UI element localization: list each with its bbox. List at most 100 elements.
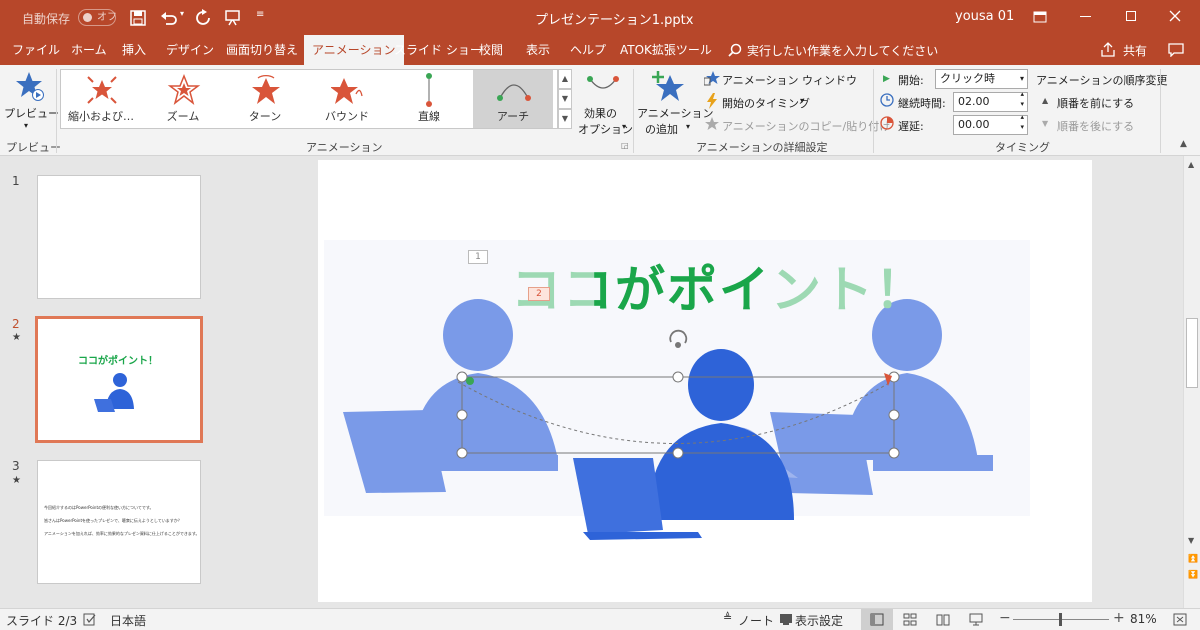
previous-slide-icon[interactable]: ⏫ bbox=[1188, 554, 1198, 563]
zoom-in-button[interactable]: + bbox=[1113, 610, 1125, 626]
separator bbox=[873, 69, 874, 153]
group-label-animation: アニメーション bbox=[306, 141, 383, 154]
reading-view-icon[interactable] bbox=[936, 613, 950, 626]
tab-design[interactable]: デザイン bbox=[166, 35, 214, 65]
separator bbox=[56, 69, 57, 153]
thumb-title: ココがポイント！ bbox=[78, 356, 158, 367]
spinner-icon[interactable]: ▴ ▾ bbox=[1020, 112, 1024, 132]
start-select[interactable]: クリック時 ▾ bbox=[935, 69, 1028, 89]
animation-order-tag[interactable]: 2 bbox=[528, 287, 550, 301]
animation-gallery: 縮小および… ズーム ターン バウンド 直線 アーチ bbox=[60, 69, 558, 129]
thumb-text-line: 今回紹介するのはPowerPointの便利な使い方についてです。 bbox=[44, 505, 154, 510]
animation-line-label: 直線 bbox=[418, 110, 440, 123]
gallery-scroll-down-icon[interactable]: ▼ bbox=[558, 89, 572, 109]
next-slide-icon[interactable]: ⏬ bbox=[1188, 570, 1198, 579]
zoom-out-button[interactable]: − bbox=[999, 610, 1011, 626]
zoom-slider-thumb[interactable] bbox=[1059, 613, 1062, 626]
effect-options-icon bbox=[587, 76, 619, 89]
accessibility-icon[interactable] bbox=[83, 613, 97, 626]
slide-number: 2 bbox=[12, 317, 20, 331]
present-icon[interactable] bbox=[224, 9, 242, 27]
collapse-ribbon-icon[interactable]: ▲ bbox=[1180, 139, 1187, 149]
ribbon-panel: プレビュー ▾ プレビュー 縮小および… ズーム ターン バウンド 直線 アーチ bbox=[0, 65, 1200, 156]
undo-dropdown-icon[interactable]: ▾ bbox=[180, 9, 184, 18]
animation-bounce[interactable]: バウンド bbox=[307, 70, 387, 128]
slide-thumbnail-1[interactable] bbox=[37, 175, 201, 299]
tab-review[interactable]: 校閲 bbox=[479, 35, 503, 65]
tell-me-search[interactable]: 実行したい作業を入力してください bbox=[747, 42, 938, 59]
tab-insert[interactable]: 挿入 bbox=[122, 35, 146, 65]
undo-icon[interactable] bbox=[160, 10, 178, 26]
animation-shrink-label: 縮小および… bbox=[68, 110, 134, 123]
redo-icon[interactable] bbox=[195, 9, 211, 26]
duration-label: 継続時間: bbox=[898, 97, 946, 110]
qat-customize-icon[interactable]: ≡ bbox=[256, 9, 264, 20]
dialog-launcher-icon[interactable]: ◲ bbox=[621, 141, 629, 150]
normal-view-icon bbox=[870, 613, 884, 626]
language-indicator[interactable]: 日本語 bbox=[110, 612, 146, 629]
animation-shrink[interactable]: 縮小および… bbox=[61, 70, 141, 128]
preview-button[interactable]: プレビュー ▾ bbox=[4, 69, 59, 135]
maximize-icon[interactable] bbox=[1126, 11, 1136, 21]
tab-view[interactable]: 表示 bbox=[526, 35, 550, 65]
user-name[interactable]: yousa 01 bbox=[955, 9, 1014, 24]
scroll-down-icon[interactable]: ▼ bbox=[1188, 536, 1194, 545]
arc-path-icon bbox=[497, 84, 531, 101]
animation-bounce-label: バウンド bbox=[325, 110, 369, 123]
tab-help[interactable]: ヘルプ bbox=[570, 35, 606, 65]
zoom-star-icon bbox=[167, 74, 201, 105]
gallery-scroll-up-icon[interactable]: ▲ bbox=[558, 69, 572, 89]
slide-canvas[interactable]: ココがポイント！ ココがポイント！ 1 2 bbox=[318, 160, 1092, 602]
slide-thumbnail-2[interactable]: ココがポイント！ bbox=[35, 316, 203, 443]
slideshow-view-icon[interactable] bbox=[969, 613, 983, 626]
move-later-icon: ▼ bbox=[1042, 119, 1049, 128]
tab-atok[interactable]: ATOK拡張ツール bbox=[620, 35, 712, 65]
slide-counter: スライド 2/3 bbox=[6, 614, 78, 628]
zoom-level[interactable]: 81% bbox=[1130, 612, 1157, 626]
delay-input[interactable]: 00.00 ▴ ▾ bbox=[953, 112, 1028, 135]
slide-sorter-icon[interactable] bbox=[903, 613, 917, 626]
animation-painter-button[interactable]: アニメーションのコピー/貼り付け bbox=[722, 118, 890, 134]
notes-button[interactable]: ノート bbox=[738, 612, 774, 629]
duration-input[interactable]: 02.00 ▴ ▾ bbox=[953, 89, 1028, 112]
normal-view-button[interactable] bbox=[861, 609, 893, 630]
share-button[interactable]: 共有 bbox=[1123, 42, 1147, 59]
animation-pane-button[interactable]: アニメーション ウィンドウ bbox=[722, 72, 857, 88]
slide-thumbnail-3[interactable]: 今回紹介するのはPowerPointの便利な使い方についてです。 皆さんはPow… bbox=[37, 460, 201, 584]
animation-order-tag[interactable]: 1 bbox=[468, 250, 488, 264]
autosave-toggle[interactable]: オフ bbox=[78, 9, 117, 26]
animation-zoom[interactable]: ズーム bbox=[143, 70, 223, 128]
chevron-down-icon: ▾ bbox=[686, 122, 691, 131]
animation-star-icon: ★ bbox=[12, 332, 21, 343]
add-animation-button[interactable]: アニメーション の追加 ▾ bbox=[636, 69, 714, 137]
minimize-icon[interactable] bbox=[1080, 16, 1091, 17]
turn-star-icon bbox=[252, 74, 280, 104]
move-later-button[interactable]: 順番を後にする bbox=[1057, 118, 1134, 134]
comment-icon[interactable] bbox=[1168, 43, 1184, 57]
save-icon[interactable] bbox=[130, 10, 146, 26]
start-select-value: クリック時 bbox=[940, 72, 995, 85]
tab-slideshow[interactable]: スライド ショー bbox=[394, 35, 482, 65]
effect-options-button[interactable]: 効果の オプション ▾ bbox=[578, 69, 633, 137]
display-settings-button[interactable]: 表示設定 bbox=[795, 612, 843, 629]
ribbon-display-icon[interactable] bbox=[1033, 11, 1047, 23]
animation-arc[interactable]: アーチ bbox=[473, 70, 553, 128]
spinner-icon[interactable]: ▴ ▾ bbox=[1020, 89, 1024, 109]
tab-animations[interactable]: アニメーション bbox=[304, 35, 404, 65]
animation-turn[interactable]: ターン bbox=[225, 70, 305, 128]
tab-file[interactable]: ファイル bbox=[12, 35, 60, 65]
scroll-up-icon[interactable]: ▲ bbox=[1188, 160, 1194, 169]
animation-line[interactable]: 直線 bbox=[389, 70, 469, 128]
close-icon[interactable] bbox=[1169, 10, 1181, 22]
thumb-text-line: アニメーションを加えれば、効率に効果的なプレゼン資料に仕上げることができます。 bbox=[44, 531, 200, 536]
gallery-more-icon[interactable]: ▼ bbox=[558, 109, 572, 129]
tab-home[interactable]: ホーム bbox=[71, 35, 107, 65]
move-earlier-button[interactable]: 順番を前にする bbox=[1057, 95, 1134, 111]
tab-transitions[interactable]: 画面切り替え bbox=[226, 35, 298, 65]
chevron-down-icon: ▾ bbox=[1019, 74, 1024, 83]
scroll-thumb[interactable] bbox=[1186, 318, 1198, 388]
trigger-button[interactable]: 開始のタイミング bbox=[722, 95, 810, 111]
vertical-scrollbar[interactable]: ▲ ▼ ⏫ ⏬ bbox=[1183, 156, 1200, 608]
slide-number: 1 bbox=[12, 174, 20, 188]
fit-to-window-icon[interactable] bbox=[1172, 612, 1188, 627]
